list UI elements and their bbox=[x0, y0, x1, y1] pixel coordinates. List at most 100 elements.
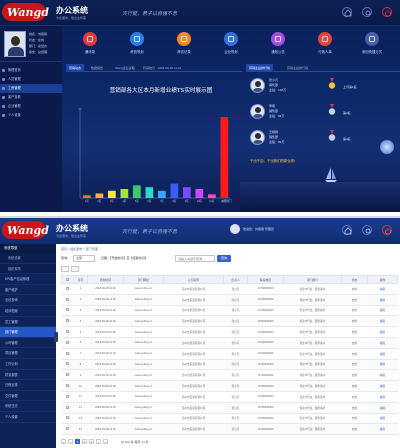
sidebar-item[interactable]: 管理首页 bbox=[0, 66, 62, 75]
quick-link[interactable]: 拜访记录 bbox=[164, 30, 204, 60]
bar[interactable] bbox=[108, 190, 116, 198]
edit-link[interactable]: 编辑 bbox=[380, 417, 385, 420]
row-checkbox[interactable] bbox=[66, 340, 69, 344]
row-checkbox[interactable] bbox=[66, 351, 69, 355]
sidebar-item[interactable]: 部门管理 bbox=[0, 327, 56, 338]
edit-link[interactable]: 编辑 bbox=[380, 309, 385, 312]
edit-link[interactable]: 编辑 bbox=[380, 363, 385, 366]
sidebar-item[interactable]: 个人设置 bbox=[0, 412, 56, 423]
avatar[interactable] bbox=[230, 224, 240, 234]
sidebar-item[interactable]: KPI客户信息管理 bbox=[0, 274, 56, 285]
edit-link[interactable]: 编辑 bbox=[380, 353, 385, 356]
settings-icon[interactable] bbox=[362, 7, 372, 17]
add-button[interactable] bbox=[61, 266, 69, 272]
quick-link[interactable]: 通知公告 bbox=[258, 30, 298, 60]
page-button[interactable]: 2 bbox=[82, 439, 87, 444]
bar[interactable] bbox=[133, 185, 141, 198]
bar[interactable] bbox=[145, 187, 154, 198]
bar[interactable] bbox=[95, 193, 104, 199]
sidebar-item[interactable]: 人员管理 bbox=[0, 75, 62, 84]
table-row[interactable]: 13 2018-09-18 12:30 www.yuding.cn 苏州市某某有限公司… bbox=[61, 413, 398, 425]
tab[interactable]: 营销动态 bbox=[66, 64, 85, 72]
row-checkbox[interactable] bbox=[66, 308, 69, 312]
quick-link[interactable]: 添加快捷方式 bbox=[352, 30, 392, 60]
sidebar-item[interactable]: 客户维护 bbox=[0, 285, 56, 296]
sidebar-item[interactable]: 企业管理 bbox=[0, 102, 62, 111]
row-checkbox[interactable] bbox=[66, 384, 69, 388]
power-icon[interactable] bbox=[382, 7, 392, 17]
row-checkbox[interactable] bbox=[66, 319, 69, 323]
table-row[interactable]: 14 2018-09-18 12:30 www.yuding.cn 苏州市某某有限公司… bbox=[61, 423, 398, 436]
tab[interactable]: 营销业绩排行榜 bbox=[246, 64, 274, 72]
row-checkbox[interactable] bbox=[66, 405, 69, 409]
sidebar-item[interactable]: 工资管理 bbox=[0, 84, 62, 93]
sidebar-item[interactable]: 个人设置 bbox=[0, 111, 62, 120]
bar[interactable] bbox=[195, 189, 204, 198]
table-row[interactable]: 7 2018-09-18 12:30 www.yuding.cn 苏州市某某有限公司张… bbox=[61, 348, 398, 360]
table-row[interactable]: 5 2018-09-18 12:30 www.yuding.cn 苏州市某某有限公司张… bbox=[61, 326, 398, 338]
sidebar-item[interactable]: 系统日志 bbox=[0, 401, 56, 412]
sidebar-item[interactable]: 业绩查询 bbox=[0, 295, 56, 306]
row-checkbox[interactable] bbox=[66, 394, 69, 398]
logo[interactable]: Wangd bbox=[2, 221, 49, 239]
sidebar-item[interactable]: 文件管理 bbox=[0, 391, 56, 402]
delete-button[interactable] bbox=[71, 266, 79, 272]
edit-link[interactable]: 编辑 bbox=[380, 320, 385, 323]
quick-link[interactable]: 通讯录 bbox=[70, 30, 110, 60]
table-row[interactable]: 3 2018-09-18 12:30 www.yuding.cn 苏州市某某有限公司张… bbox=[61, 305, 398, 317]
quick-link[interactable]: 考勤规划 bbox=[117, 30, 157, 60]
sidebar-item[interactable]: 项目管理 bbox=[0, 348, 56, 359]
edit-link[interactable]: 编辑 bbox=[380, 407, 385, 410]
edit-link[interactable]: 编辑 bbox=[380, 385, 385, 388]
settings-icon[interactable] bbox=[362, 225, 372, 235]
quick-link[interactable]: 行政人事 bbox=[305, 30, 345, 60]
sidebar-item[interactable]: 员工管理 bbox=[0, 317, 56, 328]
table-row[interactable]: 2 2018-09-18 12:30 www.yuding.cn 苏州市某某有限公司张… bbox=[61, 294, 398, 306]
page-button[interactable]: « bbox=[61, 439, 66, 444]
select-all-checkbox[interactable] bbox=[66, 277, 69, 281]
tab[interactable]: 营销业绩排行榜 bbox=[284, 64, 311, 72]
sidebar-item[interactable]: 工作计划 bbox=[0, 359, 56, 370]
bar[interactable] bbox=[220, 117, 229, 198]
quick-link[interactable]: 企业规划 bbox=[211, 30, 251, 60]
edit-link[interactable]: 编辑 bbox=[380, 374, 385, 377]
page-button[interactable]: 1 bbox=[75, 439, 80, 444]
row-checkbox[interactable] bbox=[66, 427, 69, 431]
home-icon[interactable] bbox=[342, 7, 352, 17]
edit-link[interactable]: 编辑 bbox=[380, 396, 385, 399]
search-button[interactable]: 查询 bbox=[217, 255, 231, 262]
sidebar-item[interactable]: 系统设置 bbox=[0, 253, 56, 264]
tab[interactable]: 利润统计 · 2018-09-18 11:22 bbox=[140, 64, 184, 72]
sidebar-item[interactable]: 客户查看 bbox=[0, 93, 62, 102]
sidebar-item[interactable]: 日程安排 bbox=[0, 380, 56, 391]
table-row[interactable]: 6 2018-09-18 12:30 www.yuding.cn 苏州市某某有限公司张… bbox=[61, 337, 398, 349]
row-checkbox[interactable] bbox=[66, 362, 69, 366]
page-button[interactable]: ‹ bbox=[68, 439, 73, 444]
bar[interactable] bbox=[183, 187, 191, 198]
sidebar-item[interactable]: 组织架构 bbox=[0, 263, 56, 275]
bar[interactable] bbox=[158, 190, 166, 198]
table-row[interactable]: 11 2018-09-18 12:30 www.yuding.cn 苏州市某某有限公司… bbox=[61, 391, 398, 403]
ranking-row[interactable]: 张小凡 销售部 业绩：128万 上月第1名 bbox=[250, 76, 396, 98]
bar[interactable] bbox=[170, 183, 179, 198]
column-header[interactable] bbox=[61, 275, 74, 284]
table-row[interactable]: 4 2018-09-18 12:30 www.yuding.cn 苏州市某某有限公司张… bbox=[61, 315, 398, 328]
edit-link[interactable]: 编辑 bbox=[380, 342, 385, 345]
row-checkbox[interactable] bbox=[66, 416, 69, 420]
tab[interactable]: Wang企业战略 bbox=[112, 64, 138, 72]
ranking-row[interactable]: 王娟娟 销售部 业绩：82万 第3名 bbox=[250, 128, 396, 150]
date-range[interactable]: 日期：【开始时间】至【结束时间】 bbox=[101, 256, 148, 260]
bar[interactable] bbox=[208, 194, 216, 198]
logo[interactable]: Wangd bbox=[2, 3, 49, 21]
page-button[interactable]: › bbox=[96, 439, 101, 444]
table-row[interactable]: 1 2018-09-18 12:30 www.yuding.cn 苏州市某某有限公司张… bbox=[61, 283, 398, 295]
sidebar-item[interactable]: 公司管理 bbox=[0, 338, 56, 349]
sidebar-item[interactable]: 培训档案 bbox=[0, 306, 56, 317]
page-button[interactable]: 3 bbox=[89, 439, 94, 444]
edit-link[interactable]: 编辑 bbox=[380, 299, 385, 302]
table-row[interactable]: 10 2018-09-18 12:30 www.yuding.cn 苏州市某某有限公司… bbox=[61, 380, 398, 392]
page-button[interactable]: » bbox=[103, 439, 108, 444]
home-icon[interactable] bbox=[342, 225, 352, 235]
edit-link[interactable]: 编辑 bbox=[380, 288, 385, 291]
table-row[interactable]: 8 2018-09-18 12:30 www.yuding.cn 苏州市某某有限公司张… bbox=[61, 359, 398, 371]
